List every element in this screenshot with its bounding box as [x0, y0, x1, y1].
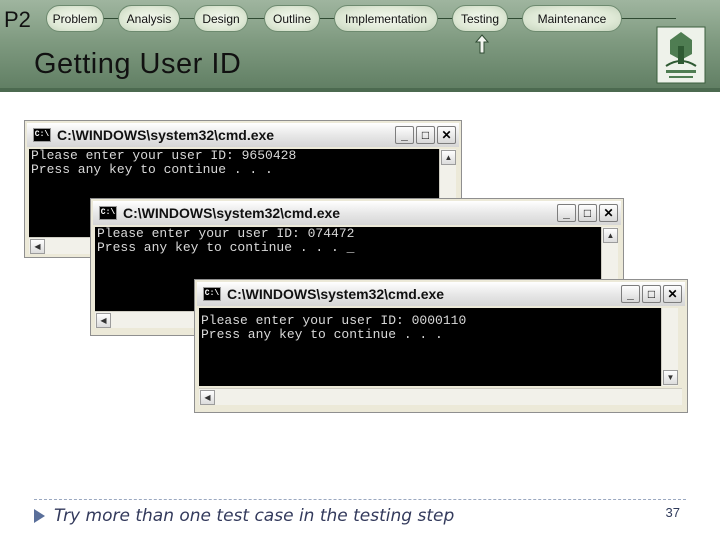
scroll-down-icon[interactable]: ▼ — [663, 370, 678, 385]
console-line: Please enter your user ID: 0000110 — [201, 313, 467, 328]
maximize-button[interactable]: □ — [642, 285, 661, 303]
titlebar[interactable]: C:\ C:\WINDOWS\system32\cmd.exe _ □ ✕ — [93, 201, 621, 225]
page-title: Getting User ID — [34, 48, 242, 80]
nav-testing[interactable]: Testing — [452, 5, 508, 32]
scroll-left-icon[interactable]: ◀ — [96, 313, 111, 328]
titlebar[interactable]: C:\ C:\WINDOWS\system32\cmd.exe _ □ ✕ — [27, 123, 459, 147]
slide-badge: P2 — [4, 7, 31, 32]
window-title: C:\WINDOWS\system32\cmd.exe — [123, 205, 341, 221]
scroll-up-icon[interactable]: ▲ — [603, 228, 618, 243]
console-line: Please enter your user ID: 074472 — [97, 227, 355, 241]
nav-implementation[interactable]: Implementation — [334, 5, 438, 32]
university-logo-icon — [656, 26, 706, 84]
window-title: C:\WINDOWS\system32\cmd.exe — [227, 286, 445, 302]
cmd-icon: C:\ — [99, 206, 117, 220]
maximize-button[interactable]: □ — [578, 204, 597, 222]
nav-analysis[interactable]: Analysis — [118, 5, 180, 32]
nav-problem[interactable]: Problem — [46, 5, 104, 32]
footer-divider — [34, 499, 686, 500]
minimize-button[interactable]: _ — [395, 126, 414, 144]
window-title: C:\WINDOWS\system32\cmd.exe — [57, 127, 275, 143]
close-button[interactable]: ✕ — [599, 204, 618, 222]
cmd-icon: C:\ — [33, 128, 51, 142]
footer-text: Try more than one test case in the testi… — [54, 506, 455, 526]
scroll-left-icon[interactable]: ◀ — [200, 390, 215, 405]
nav-maintenance[interactable]: Maintenance — [522, 5, 622, 32]
scroll-left-icon[interactable]: ◀ — [30, 239, 45, 254]
minimize-button[interactable]: _ — [621, 285, 640, 303]
console-output[interactable]: Please enter your user ID: 0000110 Press… — [199, 308, 661, 386]
console-line: Press any key to continue . . . _ — [97, 240, 355, 255]
close-button[interactable]: ✕ — [663, 285, 682, 303]
console-line: Press any key to continue . . . — [201, 327, 443, 342]
nav-design[interactable]: Design — [194, 5, 248, 32]
cmd-window-3[interactable]: C:\ C:\WINDOWS\system32\cmd.exe _ □ ✕ Pl… — [194, 279, 688, 413]
scroll-up-icon[interactable]: ▲ — [441, 150, 456, 165]
maximize-button[interactable]: □ — [416, 126, 435, 144]
horizontal-scrollbar[interactable]: ◀ — [199, 388, 682, 405]
titlebar[interactable]: C:\ C:\WINDOWS\system32\cmd.exe _ □ ✕ — [197, 282, 685, 306]
cmd-icon: C:\ — [203, 287, 221, 301]
vertical-scrollbar[interactable]: ▼ — [661, 308, 678, 386]
console-line: Please enter your user ID: 9650428 — [31, 149, 297, 163]
bullet-icon — [34, 509, 45, 523]
minimize-button[interactable]: _ — [557, 204, 576, 222]
nav-outline[interactable]: Outline — [264, 5, 320, 32]
console-line: Press any key to continue . . . — [31, 162, 273, 177]
page-number: 37 — [665, 505, 680, 520]
close-button[interactable]: ✕ — [437, 126, 456, 144]
